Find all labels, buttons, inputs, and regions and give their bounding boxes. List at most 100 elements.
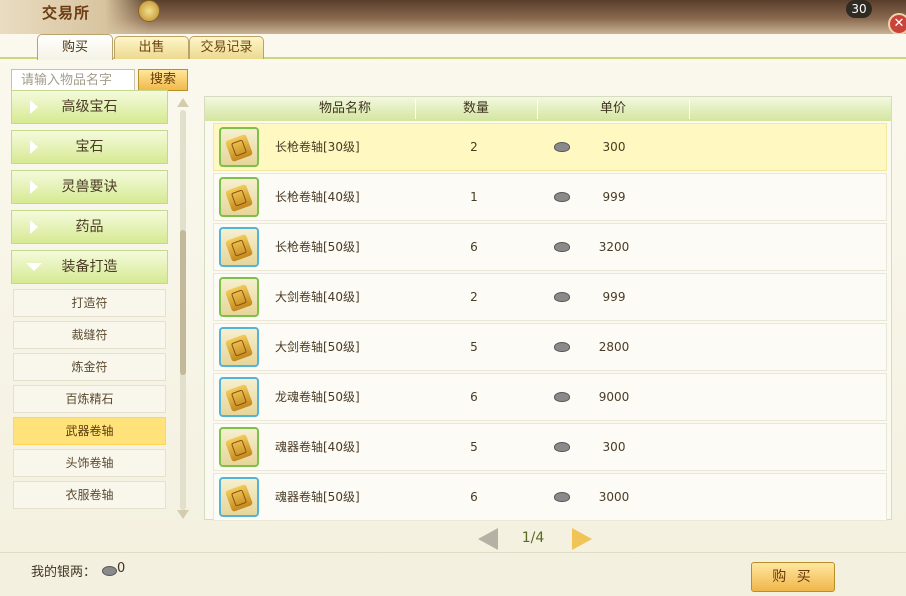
- scroll-icon: [224, 283, 254, 313]
- tab-sell[interactable]: 出售: [114, 36, 189, 59]
- category-label: 灵兽要诀: [61, 179, 118, 195]
- subcategory-item[interactable]: 百炼精石: [13, 385, 166, 413]
- scroll-icon: [224, 333, 254, 363]
- silver-icon: [554, 392, 570, 402]
- scroll-icon: [224, 133, 254, 163]
- item-quantity: 6: [470, 390, 478, 404]
- table-row[interactable]: 大剑卷轴[40级] 2 999: [213, 273, 887, 321]
- header-divider: [689, 99, 690, 119]
- item-price: 300: [602, 140, 626, 154]
- silver-icon: [102, 566, 117, 576]
- table-row[interactable]: 长枪卷轴[30级] 2 300: [213, 123, 887, 171]
- category-equipment-crafting[interactable]: 装备打造: [11, 250, 168, 284]
- emblem-icon: [138, 0, 160, 22]
- subcategory-item[interactable]: 裁缝符: [13, 321, 166, 349]
- category-gems[interactable]: 宝石: [11, 130, 168, 164]
- table-row[interactable]: 龙魂卷轴[50级] 6 9000: [213, 373, 887, 421]
- item-quantity: 6: [470, 240, 478, 254]
- item-price: 999: [602, 290, 626, 304]
- category-medicine[interactable]: 药品: [11, 210, 168, 244]
- scroll-up-icon[interactable]: [177, 98, 189, 107]
- category-label: 高级宝石: [61, 99, 118, 115]
- footer-divider: [0, 552, 906, 553]
- search-button[interactable]: 搜索: [138, 69, 188, 91]
- category-label: 药品: [75, 219, 104, 235]
- subcategory-item[interactable]: 炼金符: [13, 353, 166, 381]
- subcategory-item-selected[interactable]: 武器卷轴: [13, 417, 166, 445]
- category-label: 装备打造: [61, 259, 118, 275]
- item-quantity: 2: [470, 290, 478, 304]
- item-quantity: 5: [470, 440, 478, 454]
- header-quantity: 数量: [462, 101, 489, 116]
- search-input[interactable]: 请输入物品名字: [11, 69, 135, 91]
- category-high-gems[interactable]: 高级宝石: [11, 90, 168, 124]
- item-name: 龙魂卷轴[50级]: [275, 390, 360, 404]
- scroll-down-icon[interactable]: [177, 510, 189, 519]
- tab-buy[interactable]: 购买: [37, 34, 113, 60]
- table-row[interactable]: 大剑卷轴[50级] 5 2800: [213, 323, 887, 371]
- chevron-right-icon: [30, 100, 38, 114]
- item-name: 大剑卷轴[40级]: [275, 290, 360, 304]
- category-pet-skills[interactable]: 灵兽要诀: [11, 170, 168, 204]
- next-page-icon[interactable]: [572, 528, 592, 550]
- header-name: 物品名称: [318, 101, 371, 116]
- chevron-down-icon: [26, 263, 42, 271]
- item-name: 长枪卷轴[50级]: [275, 240, 360, 254]
- scroll-icon: [224, 233, 254, 263]
- scroll-icon: [224, 433, 254, 463]
- level-badge: 30: [846, 0, 872, 18]
- item-slot: [219, 127, 259, 167]
- item-slot: [219, 377, 259, 417]
- silver-icon: [554, 142, 570, 152]
- chevron-right-icon: [30, 220, 38, 234]
- item-quantity: 5: [470, 340, 478, 354]
- scroll-icon: [224, 383, 254, 413]
- chevron-right-icon: [30, 140, 38, 154]
- item-slot: [219, 477, 259, 517]
- previous-page-icon[interactable]: [478, 528, 498, 550]
- silver-icon: [554, 342, 570, 352]
- item-price: 300: [602, 440, 626, 454]
- scroll-icon: [224, 183, 254, 213]
- tab-history[interactable]: 交易记录: [189, 36, 264, 59]
- title-plate: 交易所: [0, 0, 150, 34]
- silver-icon: [554, 242, 570, 252]
- item-slot: [219, 177, 259, 217]
- close-icon[interactable]: ✕: [888, 13, 906, 35]
- subcategory-item[interactable]: 衣服卷轴: [13, 481, 166, 509]
- item-price: 9000: [598, 390, 630, 404]
- item-slot: [219, 327, 259, 367]
- page-indicator: 1/4: [521, 530, 545, 546]
- table-header: 物品名称 数量 单价: [205, 97, 891, 121]
- item-slot: [219, 227, 259, 267]
- scrollbar-thumb[interactable]: [180, 230, 186, 375]
- listing-table: 物品名称 数量 单价 长枪卷轴[30级] 2 300 长枪卷轴[40级] 1 9…: [204, 96, 892, 521]
- item-price: 999: [602, 190, 626, 204]
- item-price: 2800: [598, 340, 630, 354]
- silver-icon: [554, 192, 570, 202]
- silver-icon: [554, 292, 570, 302]
- chevron-right-icon: [30, 180, 38, 194]
- table-row[interactable]: 魂器卷轴[40级] 5 300: [213, 423, 887, 471]
- item-quantity: 2: [470, 140, 478, 154]
- item-name: 大剑卷轴[50级]: [275, 340, 360, 354]
- scroll-icon: [224, 483, 254, 513]
- item-price: 3000: [598, 490, 630, 504]
- silver-icon: [554, 442, 570, 452]
- item-quantity: 6: [470, 490, 478, 504]
- item-name: 长枪卷轴[40级]: [275, 190, 360, 204]
- table-row[interactable]: 长枪卷轴[40级] 1 999: [213, 173, 887, 221]
- silver-label: 我的银两：: [31, 565, 97, 580]
- item-name: 魂器卷轴[50级]: [275, 490, 360, 504]
- table-row[interactable]: 魂器卷轴[50级] 6 3000: [213, 473, 887, 521]
- subcategory-item[interactable]: 打造符: [13, 289, 166, 317]
- buy-button[interactable]: 购 买: [751, 562, 835, 592]
- table-row[interactable]: 长枪卷轴[50级] 6 3200: [213, 223, 887, 271]
- subcategory-item[interactable]: 头饰卷轴: [13, 449, 166, 477]
- item-name: 长枪卷轴[30级]: [275, 140, 360, 154]
- item-price: 3200: [598, 240, 630, 254]
- item-quantity: 1: [470, 190, 478, 204]
- header-price: 单价: [599, 101, 626, 116]
- item-slot: [219, 277, 259, 317]
- category-label: 宝石: [75, 139, 104, 155]
